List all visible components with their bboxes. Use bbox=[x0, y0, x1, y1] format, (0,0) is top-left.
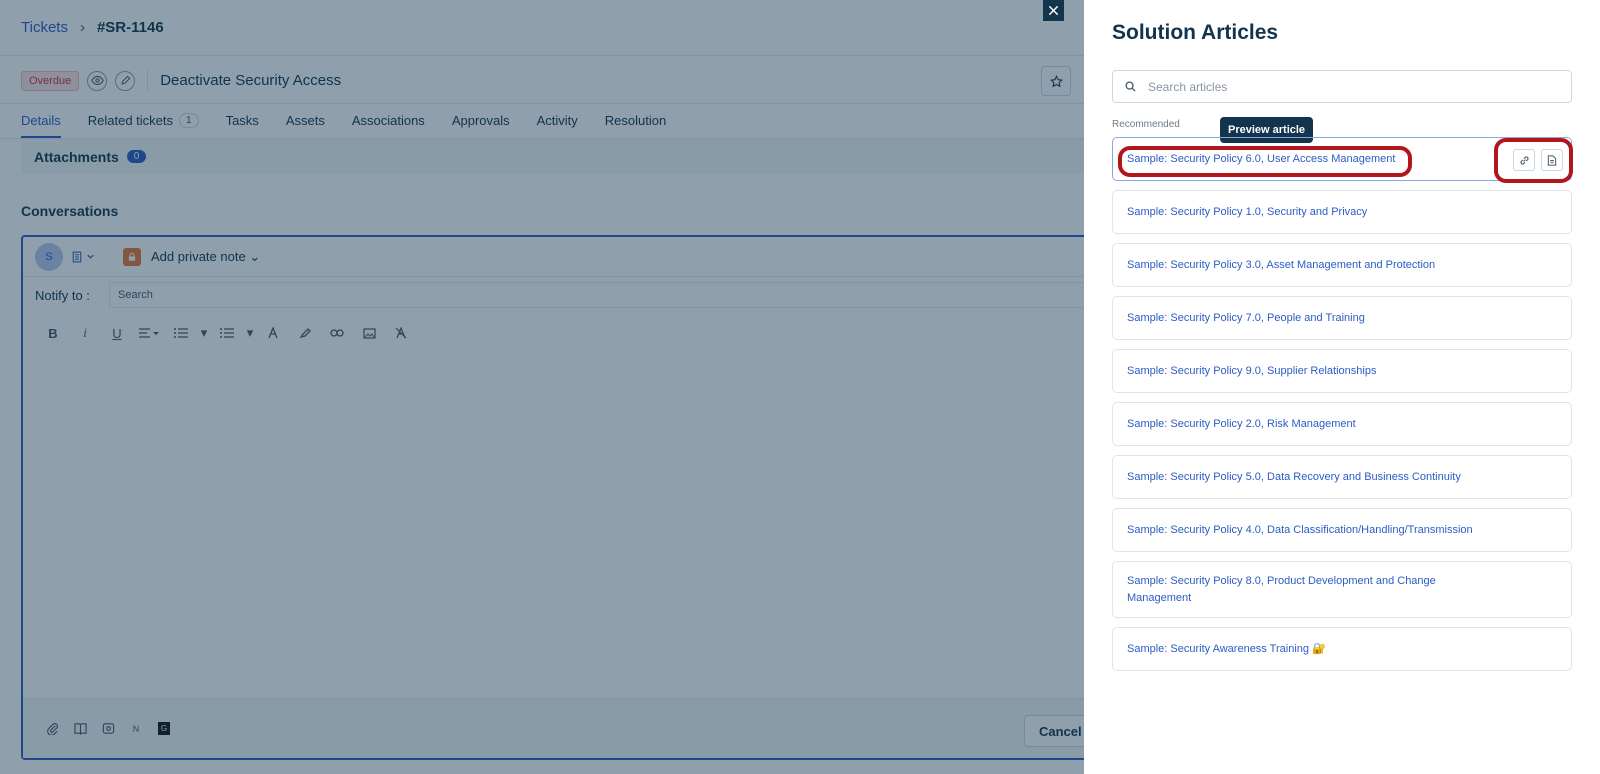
recommended-label: Recommended bbox=[1112, 119, 1180, 130]
article-link[interactable]: Sample: Security Policy 5.0, Data Recove… bbox=[1127, 469, 1461, 486]
article-item[interactable]: Sample: Security Policy 2.0, Risk Manage… bbox=[1112, 402, 1572, 446]
article-link[interactable]: Sample: Security Awareness Training 🔐 bbox=[1127, 641, 1326, 658]
solution-articles-panel: Solution Articles Search articles Recomm… bbox=[1084, 0, 1600, 774]
close-icon bbox=[1048, 5, 1059, 16]
search-placeholder: Search articles bbox=[1148, 79, 1228, 94]
article-item[interactable]: Sample: Security Policy 6.0, User Access… bbox=[1112, 137, 1572, 181]
preview-article-button[interactable] bbox=[1541, 149, 1563, 171]
article-link[interactable]: Sample: Security Policy 2.0, Risk Manage… bbox=[1127, 416, 1356, 433]
article-link[interactable]: Sample: Security Policy 9.0, Supplier Re… bbox=[1127, 363, 1376, 380]
article-item[interactable]: Sample: Security Awareness Training 🔐 bbox=[1112, 627, 1572, 671]
close-panel-button[interactable] bbox=[1043, 0, 1064, 21]
article-link[interactable]: Sample: Security Policy 3.0, Asset Manag… bbox=[1127, 257, 1435, 274]
article-link[interactable]: Sample: Security Policy 6.0, User Access… bbox=[1127, 151, 1395, 168]
modal-overlay[interactable] bbox=[0, 0, 1084, 774]
article-item[interactable]: Sample: Security Policy 7.0, People and … bbox=[1112, 296, 1572, 340]
article-item[interactable]: Sample: Security Policy 1.0, Security an… bbox=[1112, 190, 1572, 234]
article-link[interactable]: Sample: Security Policy 1.0, Security an… bbox=[1127, 204, 1367, 221]
search-icon bbox=[1125, 81, 1136, 92]
link-icon bbox=[1519, 155, 1529, 165]
article-actions bbox=[1513, 149, 1563, 171]
article-item[interactable]: Sample: Security Policy 5.0, Data Recove… bbox=[1112, 455, 1572, 499]
article-item[interactable]: Sample: Security Policy 3.0, Asset Manag… bbox=[1112, 243, 1572, 287]
search-articles-input[interactable]: Search articles bbox=[1112, 70, 1572, 103]
insert-link-button[interactable] bbox=[1513, 149, 1535, 171]
article-item[interactable]: Sample: Security Policy 4.0, Data Classi… bbox=[1112, 508, 1572, 552]
article-item[interactable]: Sample: Security Policy 8.0, Product Dev… bbox=[1112, 561, 1572, 618]
article-link[interactable]: Sample: Security Policy 4.0, Data Classi… bbox=[1127, 522, 1473, 539]
article-link[interactable]: Sample: Security Policy 7.0, People and … bbox=[1127, 310, 1365, 327]
article-link[interactable]: Sample: Security Policy 8.0, Product Dev… bbox=[1127, 573, 1467, 607]
panel-title: Solution Articles bbox=[1112, 21, 1279, 44]
article-item[interactable]: Sample: Security Policy 9.0, Supplier Re… bbox=[1112, 349, 1572, 393]
document-icon bbox=[1547, 154, 1557, 166]
